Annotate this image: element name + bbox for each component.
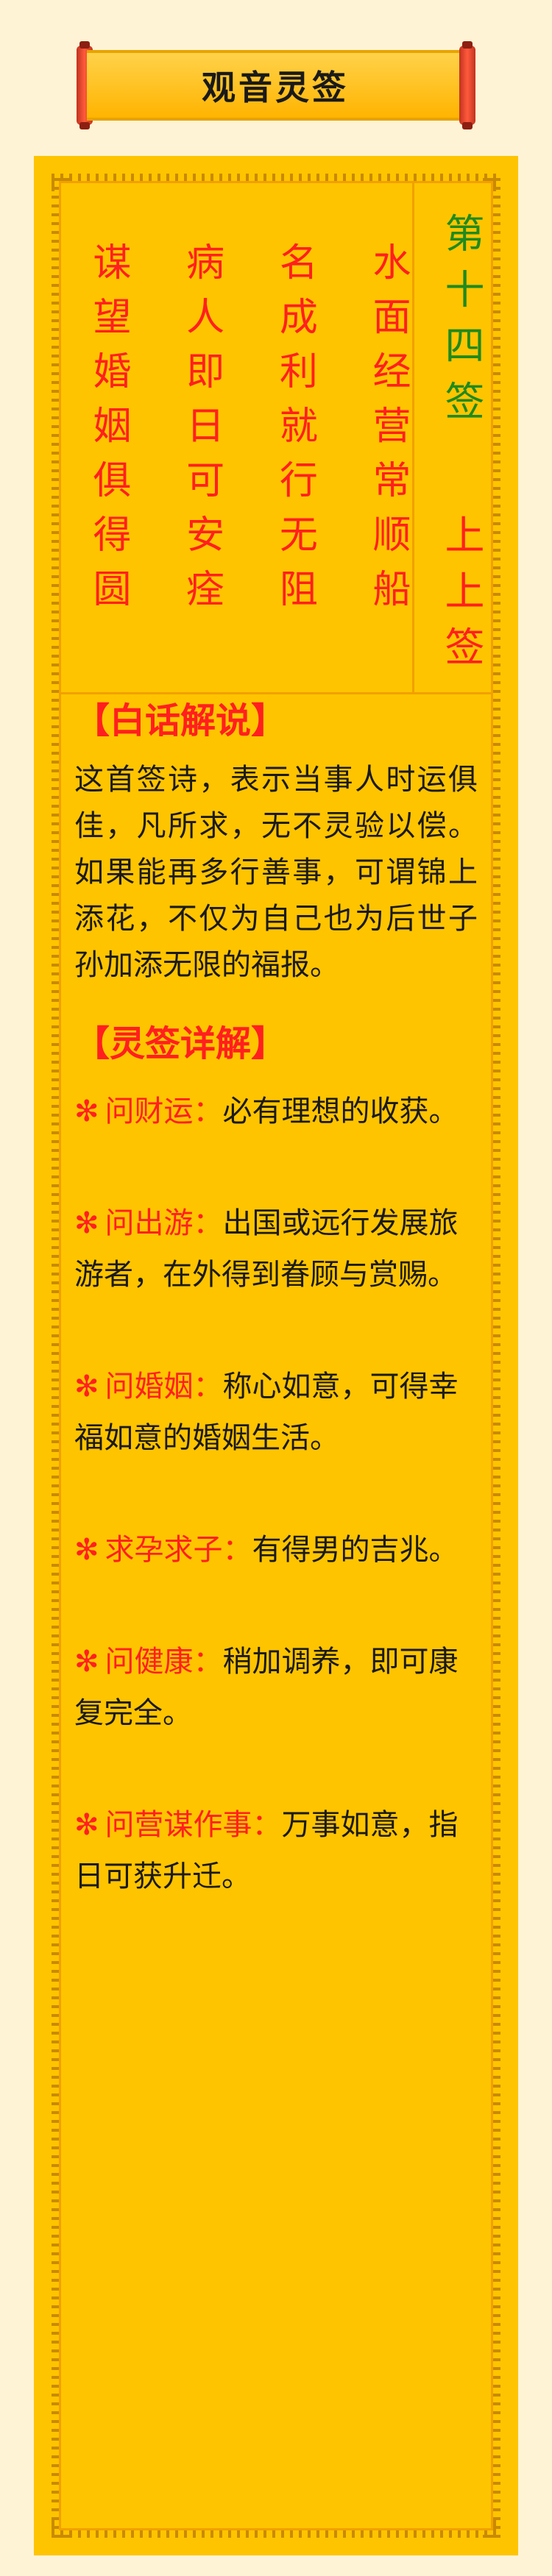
card-inner: 水面经营常顺船 名成利就行无阻 病人即日可安痊 谋望婚姻俱得圆 第十四签 上上签… <box>59 181 493 2530</box>
detail-item: ✻ 问健康：稍加调养，即可康复完全。 <box>74 1636 478 1739</box>
detail-item: ✻ 问婚姻：称心如意，可得幸福如意的婚姻生活。 <box>74 1361 478 1464</box>
plain-explanation-heading: 【白话解说】 <box>74 700 287 741</box>
detail-key: 问健康： <box>105 1645 223 1679</box>
poem-line: 名成利就行无阻 <box>272 242 317 623</box>
detail-key: 问婚姻： <box>105 1370 223 1403</box>
poem-section: 水面经营常顺船 名成利就行无阻 病人即日可安痊 谋望婚姻俱得圆 第十四签 上上签 <box>61 183 491 694</box>
detail-item: ✻ 问出游：出国或远行发展旅游者，在外得到眷顾与赏赐。 <box>74 1198 478 1301</box>
page-title: 观音灵签 <box>202 68 349 107</box>
fortune-card: 水面经营常顺船 名成利就行无阻 病人即日可安痊 谋望婚姻俱得圆 第十四签 上上签… <box>34 156 518 2555</box>
detail-value: 有得男的吉兆。 <box>252 1533 459 1567</box>
detail-value: 必有理想的收获。 <box>222 1095 459 1128</box>
detail-item: ✻ 问营谋作事：万事如意，指日可获升迁。 <box>74 1799 478 1902</box>
detail-key: 问出游： <box>105 1206 223 1240</box>
detail-key: 求孕求子： <box>105 1533 252 1567</box>
poem-line: 病人即日可安痊 <box>179 242 224 623</box>
detail-heading: 【灵签详解】 <box>74 1023 287 1064</box>
poem: 水面经营常顺船 名成利就行无阻 病人即日可安痊 谋望婚姻俱得圆 <box>83 242 410 654</box>
title-scroll: 观音灵签 <box>87 50 464 121</box>
plain-explanation-text: 这首签诗，表示当事人时运俱佳，凡所求，无不灵验以偿。如果能再多行善事，可谓锦上添… <box>74 763 478 982</box>
detail-item: ✻ 问财运：必有理想的收获。 <box>74 1086 478 1137</box>
scroll-rod-right <box>459 41 475 129</box>
explanation-section: 【白话解说】 这首签诗，表示当事人时运俱佳，凡所求，无不灵验以偿。如果能再多行善… <box>74 698 478 1902</box>
flower-icon: ✻ <box>74 1370 99 1403</box>
poem-line: 谋望婚姻俱得圆 <box>86 242 130 623</box>
flower-icon: ✻ <box>74 1533 99 1567</box>
flower-icon: ✻ <box>74 1808 99 1842</box>
sign-level: 上上签 <box>438 514 484 682</box>
detail-item: ✻ 求孕求子：有得男的吉兆。 <box>74 1524 478 1576</box>
detail-key: 问营谋作事： <box>105 1808 282 1842</box>
flower-icon: ✻ <box>74 1206 99 1240</box>
flower-icon: ✻ <box>74 1645 99 1679</box>
sign-number: 第十四签 <box>438 213 484 436</box>
detail-key: 问财运： <box>105 1095 223 1128</box>
poem-line: 水面经营常顺船 <box>365 242 410 623</box>
title-banner: 观音灵签 <box>0 0 552 147</box>
sign-info-column: 第十四签 上上签 <box>412 183 491 692</box>
flower-icon: ✻ <box>74 1095 99 1128</box>
